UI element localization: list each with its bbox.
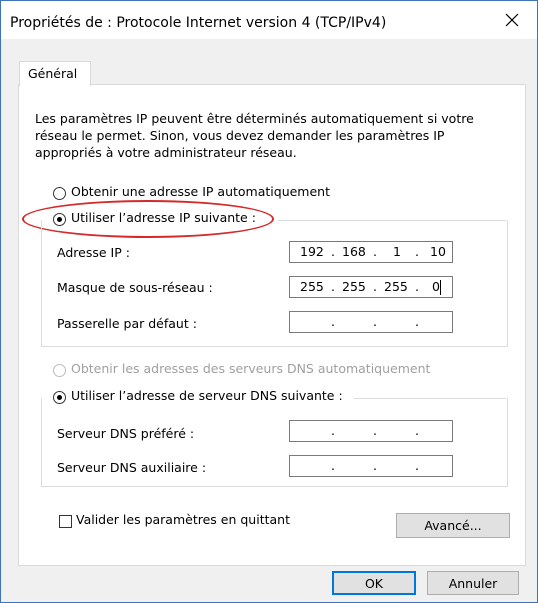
gateway-dot: . [373,314,377,329]
gateway-dot: . [331,314,335,329]
gateway-label: Passerelle par défaut : [57,316,197,331]
radio-ip-auto[interactable] [53,187,66,200]
dns-dot: . [331,458,335,473]
window-title: Propriétés de : Protocole Internet versi… [10,15,387,31]
cancel-button[interactable]: Annuler [427,571,519,595]
ip-dot: . [415,244,419,259]
dns-dot: . [415,423,419,438]
validate-checkbox-label[interactable]: Valider les paramètres en quittant [76,512,290,527]
ok-button-label: OK [364,575,384,591]
close-button[interactable] [489,5,535,37]
subnet-mask-field[interactable]: 255 . 255 . 255 . 0 [289,276,453,298]
ip-octet-2: 168 [342,244,366,259]
dns-alternate-label: Serveur DNS auxiliaire : [57,460,207,475]
advanced-button-label: Avancé... [424,518,482,533]
title-bar: Propriétés de : Protocole Internet versi… [1,1,537,39]
ok-button[interactable]: OK [332,571,416,595]
tab-general[interactable]: Général [19,61,91,86]
dns-group-top-line [354,398,506,399]
mask-octet-4: 0 [432,279,440,294]
ip-octet-1: 192 [300,244,324,259]
ip-octet-3: 1 [393,244,401,259]
ip-dot: . [373,244,377,259]
close-icon [505,13,519,30]
mask-octet-1: 255 [300,279,324,294]
mask-dot: . [331,279,335,294]
dns-dot: . [415,458,419,473]
dns-dot: . [373,423,377,438]
mask-octet-2: 255 [342,279,366,294]
mask-dot: . [415,279,419,294]
dns-alternate-field[interactable]: . . . [289,455,453,477]
dns-preferred-label: Serveur DNS préféré : [57,426,195,441]
advanced-button[interactable]: Avancé... [396,513,510,538]
radio-ip-auto-label[interactable]: Obtenir une adresse IP automatiquement [71,184,330,199]
ip-group-top-line [278,220,506,221]
ip-dot: . [331,244,335,259]
radio-dns-auto[interactable] [53,364,66,377]
ip-address-label: Adresse IP : [57,245,130,260]
subnet-mask-label: Masque de sous-réseau : [57,280,213,295]
cancel-button-label: Annuler [448,575,498,591]
mask-octet-3: 255 [384,279,408,294]
gateway-dot: . [415,314,419,329]
tab-general-label: Général [28,66,78,81]
gateway-field[interactable]: . . . [289,311,453,333]
mask-dot: . [373,279,377,294]
validate-checkbox[interactable] [59,515,72,528]
ip-address-field[interactable]: 192 . 168 . 1 . 10 [289,241,453,263]
dns-dot: . [373,458,377,473]
dns-preferred-field[interactable]: . . . [289,420,453,442]
dns-dot: . [331,423,335,438]
radio-dns-auto-label[interactable]: Obtenir les adresses des serveurs DNS au… [71,361,430,376]
ip-octet-4: 10 [430,244,446,259]
text-caret [440,280,441,295]
description-text: Les paramètres IP peuvent être déterminé… [35,111,474,160]
